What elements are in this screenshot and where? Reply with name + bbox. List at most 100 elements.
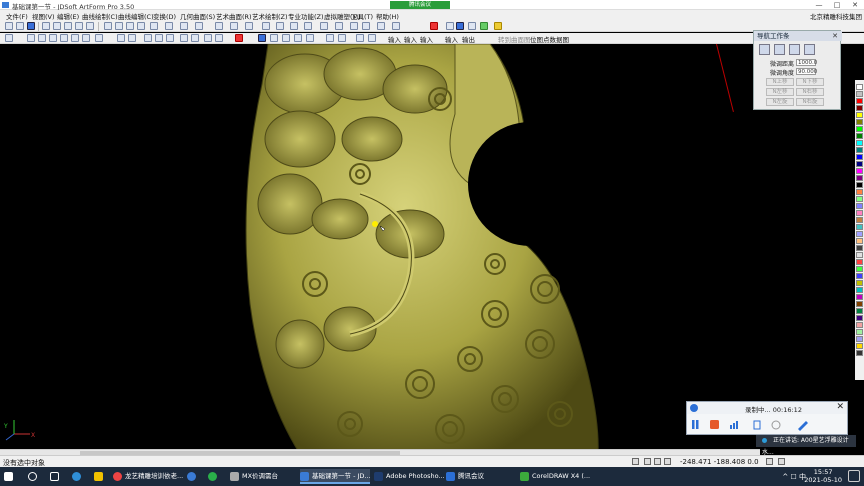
palette-swatch[interactable] [856,119,863,125]
palette-swatch[interactable] [856,231,863,237]
palette-swatch[interactable] [856,350,863,356]
panel-close-button[interactable]: ✕ [832,31,838,41]
input-button-2[interactable]: 输入 [404,34,417,44]
palette-swatch[interactable] [856,336,863,342]
start-button[interactable] [4,469,20,484]
menu-art-surface[interactable]: 艺术曲面(R) [216,11,252,21]
palette-swatch[interactable] [856,280,863,286]
status-grid-icon[interactable] [644,458,651,465]
arrow-left-icon[interactable] [326,34,334,42]
search-button[interactable] [28,469,40,484]
cross-icon[interactable] [60,34,68,42]
maximize-button[interactable]: □ [828,0,846,10]
style-icon[interactable] [392,22,400,30]
render-icon[interactable] [195,22,203,30]
palette-swatch[interactable] [856,294,863,300]
layer-icon[interactable] [230,22,238,30]
taskbar-item-tencent-meeting[interactable]: 腾讯会议 [446,469,514,484]
nav-rotate-right-button[interactable]: N右旋 [796,98,824,106]
trim-icon[interactable] [180,34,188,42]
nav-fly-icon[interactable] [804,44,815,55]
palette-swatch[interactable] [856,217,863,223]
nav-move-right-button[interactable]: N右移 [796,88,824,96]
light-icon[interactable] [245,22,253,30]
measure-icon[interactable] [276,22,284,30]
close-button[interactable]: ✕ [846,0,864,10]
navigate-icon[interactable] [5,34,13,42]
nav-move-up-button[interactable]: N上移 [766,78,794,86]
palette-swatch[interactable] [856,84,863,90]
palette-swatch[interactable] [856,322,863,328]
system-tray[interactable]: ^ ☐ 中 [782,472,806,482]
audio-level-icon[interactable] [730,421,738,429]
ellipse-icon[interactable] [82,34,90,42]
menu-view[interactable]: 视图(V) [32,11,55,21]
menu-help[interactable]: 帮助(H) [376,11,399,21]
taskbar-item-mx[interactable]: MX价调需台 [230,469,288,484]
palette-swatch[interactable] [856,252,863,258]
nav-view-icon[interactable] [759,44,770,55]
circle-icon[interactable] [71,34,79,42]
bucket-icon[interactable] [494,22,502,30]
palette-swatch[interactable] [856,245,863,251]
task-view-button[interactable] [50,469,62,484]
palette-swatch[interactable] [856,301,863,307]
pen-icon[interactable] [798,421,808,431]
arrow-right-icon[interactable] [338,34,346,42]
menu-transform[interactable]: 变换(D) [153,11,176,21]
taskbar-item-app-blue[interactable] [187,469,201,484]
camera-icon[interactable] [771,420,781,430]
menu-curve-draw[interactable]: 曲线绘制(C) [82,11,118,21]
grid-select-icon[interactable] [128,34,136,42]
shape-icon[interactable] [335,22,343,30]
wave2-icon[interactable] [155,34,163,42]
extend-icon[interactable] [191,34,199,42]
palette-swatch[interactable] [856,189,863,195]
menu-curve-edit[interactable]: 曲线编辑(C) [118,11,154,21]
redo-icon[interactable] [86,22,94,30]
palette-swatch[interactable] [856,224,863,230]
taskbar-clock[interactable]: 15:57 2021-05-10 [804,468,842,484]
taskbar-item-app-green[interactable] [208,469,222,484]
shading-icon[interactable] [180,22,188,30]
curve-icon[interactable] [290,22,298,30]
status-ortho-icon[interactable] [664,458,671,465]
fine-distance-input[interactable]: 1000.0 [796,59,817,66]
mesh-icon[interactable] [270,34,278,42]
node-icon[interactable] [117,34,125,42]
wave3-icon[interactable] [166,34,174,42]
palette-swatch[interactable] [856,182,863,188]
minimize-button[interactable]: — [810,0,828,10]
taskbar-item-chrome[interactable]: 龙艺精雕培训依老... [113,469,183,484]
recording-indicator[interactable]: 腾讯会议 [390,1,450,9]
menu-geometric-surface[interactable]: 几何曲面(S) [180,11,215,21]
palette-swatch[interactable] [856,196,863,202]
copy-icon[interactable] [115,22,123,30]
palette-swatch[interactable] [856,112,863,118]
status-snap2-icon[interactable] [778,458,785,465]
material-icon[interactable] [446,22,454,30]
palette-swatch[interactable] [856,259,863,265]
palette-swatch[interactable] [856,287,863,293]
brush-icon[interactable] [480,22,488,30]
palette-swatch[interactable] [856,175,863,181]
status-snap-icon[interactable] [654,458,661,465]
to-surface-button[interactable]: 转到曲面图 [498,34,531,44]
taskbar-item-jdsoft[interactable]: 基础课第一节 - JD... [300,469,371,484]
3d-viewport[interactable] [0,44,855,454]
grid-icon[interactable] [215,22,223,30]
color-red-icon[interactable] [430,22,438,30]
line-tool-icon[interactable] [27,34,35,42]
import2-icon[interactable] [368,34,376,42]
palette-swatch[interactable] [856,133,863,139]
stop-icon[interactable] [710,420,719,429]
taskbar-item-coreldraw[interactable]: CorelDRAW X4 (... [520,469,590,484]
pin-icon[interactable] [258,34,266,42]
palette-swatch[interactable] [856,147,863,153]
wave1-icon[interactable] [144,34,152,42]
input-button-4[interactable]: 输入 [445,34,458,44]
taskbar-item-photoshop[interactable]: Adobe Photosho... [374,469,445,484]
save-icon[interactable] [27,22,35,30]
palette-swatch[interactable] [856,210,863,216]
import-icon[interactable] [356,34,364,42]
